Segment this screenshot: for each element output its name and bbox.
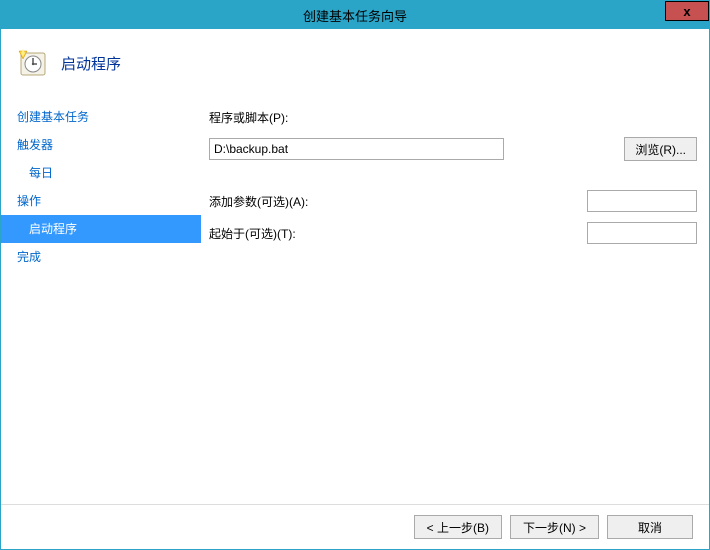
sidebar-item-action[interactable]: 操作 — [1, 187, 201, 215]
sidebar-item-start-program[interactable]: 启动程序 — [1, 215, 201, 243]
args-row: 添加参数(可选)(A): — [209, 187, 697, 215]
args-label: 添加参数(可选)(A): — [209, 193, 349, 210]
content-area: 启动程序 创建基本任务 触发器 每日 操作 启动程序 完成 程序或脚本(P): … — [1, 29, 709, 549]
body-section: 创建基本任务 触发器 每日 操作 启动程序 完成 程序或脚本(P): 浏览(R)… — [1, 103, 709, 504]
browse-button[interactable]: 浏览(R)... — [624, 137, 697, 161]
startin-label: 起始于(可选)(T): — [209, 225, 349, 242]
startin-input[interactable] — [587, 222, 697, 244]
program-input-row: 浏览(R)... — [209, 135, 697, 163]
footer: < 上一步(B) 下一步(N) > 取消 — [1, 504, 709, 549]
wizard-sidebar: 创建基本任务 触发器 每日 操作 启动程序 完成 — [1, 103, 201, 504]
close-button[interactable]: x — [665, 1, 709, 21]
program-label: 程序或脚本(P): — [209, 109, 349, 126]
startin-row: 起始于(可选)(T): — [209, 219, 697, 247]
header-section: 启动程序 — [1, 29, 709, 103]
sidebar-item-daily[interactable]: 每日 — [1, 159, 201, 187]
titlebar: 创建基本任务向导 x — [1, 1, 709, 29]
sidebar-item-finish[interactable]: 完成 — [1, 243, 201, 271]
page-title: 启动程序 — [61, 53, 121, 74]
back-button[interactable]: < 上一步(B) — [414, 515, 502, 539]
main-panel: 程序或脚本(P): 浏览(R)... 添加参数(可选)(A): 起始于(可选)(… — [201, 103, 709, 504]
cancel-button[interactable]: 取消 — [607, 515, 693, 539]
wizard-icon — [17, 47, 49, 79]
args-input[interactable] — [587, 190, 697, 212]
close-icon: x — [683, 4, 690, 19]
window-title: 创建基本任务向导 — [303, 6, 407, 25]
sidebar-item-trigger[interactable]: 触发器 — [1, 131, 201, 159]
program-label-row: 程序或脚本(P): — [209, 103, 697, 131]
program-input[interactable] — [209, 138, 504, 160]
wizard-window: 创建基本任务向导 x 启动程序 创建基本任务 — [0, 0, 710, 550]
sidebar-item-create-task[interactable]: 创建基本任务 — [1, 103, 201, 131]
next-button[interactable]: 下一步(N) > — [510, 515, 599, 539]
